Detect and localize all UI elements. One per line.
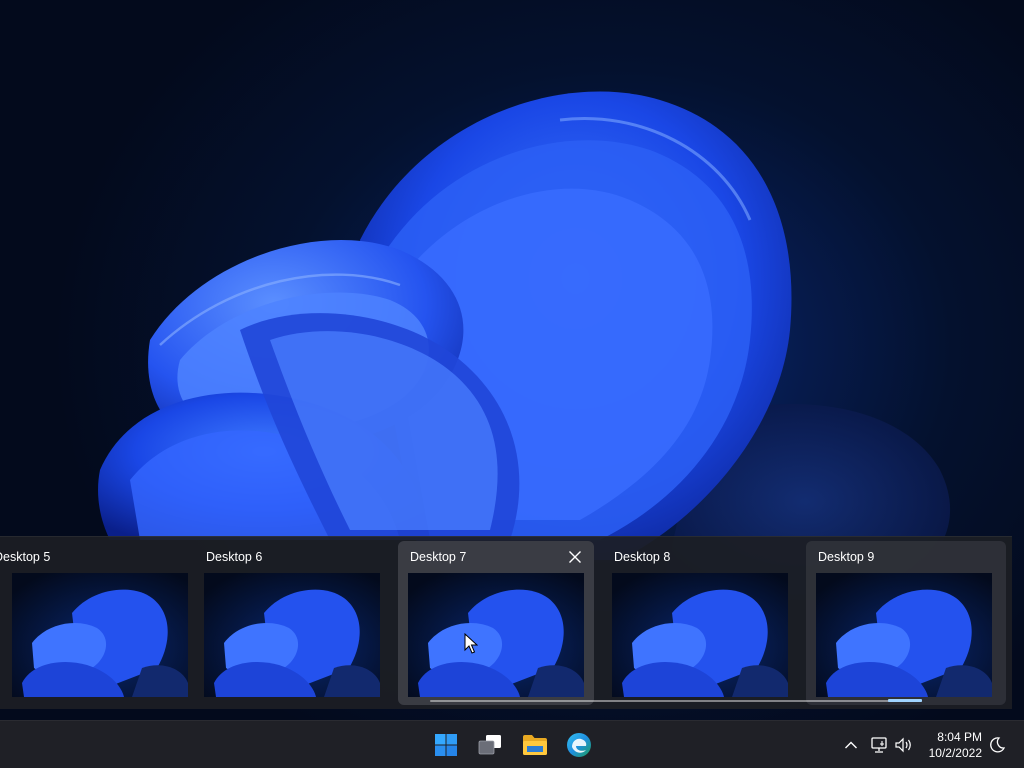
desktop-thumbnail[interactable] — [408, 573, 584, 697]
file-explorer-button[interactable] — [519, 729, 551, 761]
clock-time: 8:04 PM — [937, 730, 982, 744]
file-explorer-icon — [523, 735, 547, 755]
system-clock[interactable]: 8:04 PM 10/2/2022 — [929, 729, 982, 761]
desktop-strip-scrollbar[interactable] — [430, 699, 922, 702]
desktop-card-label: Desktop 5 — [0, 550, 51, 564]
desktop-thumbnail[interactable] — [12, 573, 188, 697]
mouse-cursor-icon — [464, 633, 478, 654]
close-icon — [569, 551, 581, 563]
focus-assist-icon — [990, 737, 1006, 753]
scrollbar-thumb[interactable] — [888, 699, 922, 702]
network-button[interactable] — [868, 734, 890, 756]
task-view-icon — [478, 735, 501, 755]
task-view-button[interactable] — [474, 729, 506, 761]
desktop-screen: Desktop 5 Desktop 6 — [0, 0, 1024, 768]
show-hidden-icons-button[interactable] — [840, 734, 862, 756]
desktop-thumbnail[interactable] — [612, 573, 788, 697]
chevron-up-icon — [845, 741, 857, 749]
focus-assist-button[interactable] — [986, 734, 1008, 756]
desktop-card-label: Desktop 9 — [818, 550, 875, 564]
volume-icon — [895, 737, 911, 753]
taskbar: 8:04 PM 10/2/2022 — [0, 720, 1024, 768]
virtual-desktop-strip: Desktop 5 Desktop 6 — [0, 536, 1012, 709]
network-icon — [871, 737, 887, 753]
desktop-card-7[interactable]: Desktop 7 — [398, 541, 594, 705]
volume-button[interactable] — [893, 734, 915, 756]
desktop-card-label: Desktop 6 — [206, 550, 263, 564]
start-button[interactable] — [430, 729, 462, 761]
desktop-card-9[interactable]: Desktop 9 — [806, 541, 1006, 705]
desktop-thumbnail[interactable] — [204, 573, 380, 697]
start-icon — [435, 734, 457, 756]
edge-icon — [567, 733, 591, 757]
close-desktop-button[interactable] — [568, 550, 582, 564]
desktop-card-8[interactable]: Desktop 8 — [602, 541, 798, 705]
desktop-card-6[interactable]: Desktop 6 — [194, 541, 390, 705]
clock-date: 10/2/2022 — [928, 746, 982, 760]
desktop-card-label: Desktop 8 — [614, 550, 671, 564]
desktop-thumbnail[interactable] — [816, 573, 992, 697]
edge-button[interactable] — [563, 729, 595, 761]
desktop-card-5[interactable]: Desktop 5 — [0, 541, 192, 705]
desktop-card-label: Desktop 7 — [410, 550, 467, 564]
